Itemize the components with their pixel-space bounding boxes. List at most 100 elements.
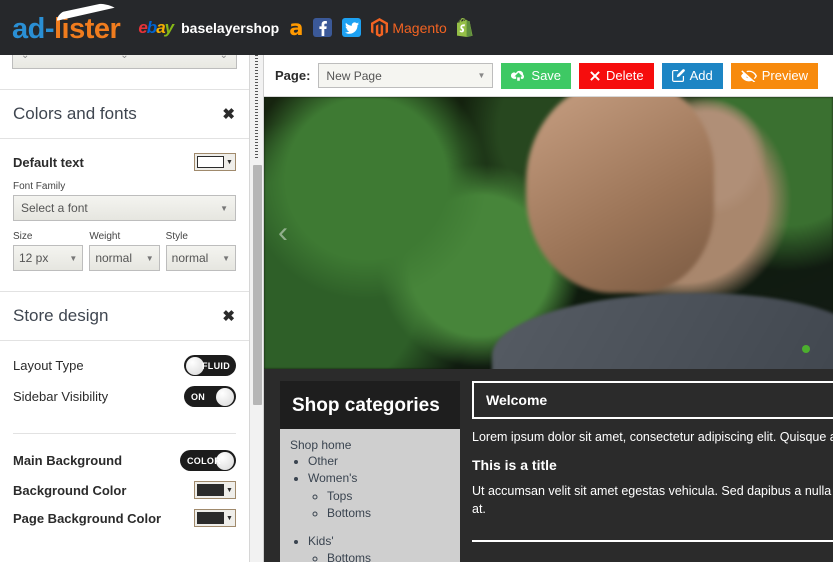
background-color-label: Background Color [13,482,127,498]
magento-icon [371,18,389,37]
shop-categories-header: Shop categories [280,381,460,429]
page-background-color-picker[interactable]: ▼ [194,509,236,527]
default-text-row: Default text ▼ [13,153,236,171]
font-style-select[interactable]: normal ▼ [165,245,236,271]
preview-button[interactable]: Preview [730,62,819,89]
layout-type-value: FLUID [202,360,230,371]
font-size-select[interactable]: 12 px ▼ [13,245,84,271]
category-list: Other Women's Tops Bottoms Kids' [290,453,450,562]
subcategory-list: Bottoms Tops [308,550,450,562]
panel-header-store-design: Store design ✖ [0,292,249,340]
section-title: This is a title [472,457,557,474]
chevron-down-icon: ▼ [226,514,233,522]
main-background-toggle[interactable]: COLOR [180,450,236,471]
chevron-down-icon: ▼ [226,486,233,494]
color-swatch-fill [197,484,224,496]
magento-label: Magento [392,19,447,36]
brand-icon-list: ebay baselayershop a Magento [138,16,473,40]
hero-banner[interactable]: ‹ [264,97,833,369]
font-family-value: Select a font [21,201,88,215]
page-label: Page: [275,68,311,83]
size-label: Size [13,231,33,242]
font-weight-select[interactable]: normal ▼ [89,245,160,271]
amazon-icon[interactable]: a [289,16,303,40]
store-designer-app: ad-lister ebay baselayershop a Magento ⌄… [0,0,833,562]
list-item[interactable]: Women's Tops Bottoms [308,470,450,522]
delete-button-label: Delete [606,68,644,83]
logo-text-ad: ad- [12,13,55,45]
scrollbar-track-texture [255,55,258,160]
shopify-icon[interactable] [456,18,473,37]
layout-type-toggle[interactable]: FLUID [184,355,236,376]
subcategory-list: Tops Bottoms [308,488,450,523]
shop-home-link[interactable]: Shop home [290,438,450,452]
facebook-icon[interactable] [313,18,333,37]
panel-title-store-design: Store design [13,306,109,325]
list-spacer [308,523,450,533]
font-style-value: normal [171,251,209,265]
page-select-value: New Page [326,68,382,83]
add-button-label: Add [689,68,713,83]
clipped-control-top[interactable]: ⌄ ⌄ ⌄ [12,55,237,69]
category-label: Other [308,454,339,468]
ebay-shop-entry[interactable]: ebay baselayershop [138,18,279,38]
close-icon[interactable]: ✖ [222,307,235,325]
content-divider [472,540,833,558]
page-toolbar: Page: New Page ▼ Save Delete Add Preview [264,55,833,97]
main-background-row: Main Background COLOR [13,450,236,471]
chevron-down-icon: ▼ [477,71,486,80]
chevron-down-icon: ▼ [226,158,233,166]
chevron-down-icon: ▼ [69,253,78,263]
panel-body-store-design: Layout Type FLUID Sidebar Visibility ON … [0,355,249,527]
color-swatch-fill [197,512,224,524]
toggle-knob [216,387,234,406]
carousel-prev-icon[interactable]: ‹ [278,216,288,250]
sidebar-visibility-label: Sidebar Visibility [13,389,109,404]
delete-button[interactable]: Delete [579,62,654,89]
ad-lister-logo[interactable]: ad-lister [12,11,121,45]
cloud-upload-icon [511,70,526,82]
settings-sidebar: ⌄ ⌄ ⌄ Colors and fonts ✖ Default text ▼ [0,55,250,562]
body-paragraph: Ut accumsan velit sit amet egestas vehic… [472,484,832,517]
font-family-select[interactable]: Select a font ▼ [13,195,236,221]
shop-categories-title: Shop categories [292,395,440,416]
magento-entry[interactable]: Magento [371,18,447,37]
intro-paragraph: Lorem ipsum dolor sit amet, consectetur … [472,430,833,444]
welcome-title: Welcome [486,392,548,408]
scrollbar-thumb[interactable] [253,165,262,405]
twitter-icon[interactable] [342,18,362,37]
eye-slash-icon [740,69,757,82]
chevron-down-icon: ▼ [222,253,230,263]
default-text-color-picker[interactable]: ▼ [194,153,236,171]
store-preview: ‹ Shop categories Shop home Other Women'… [264,97,833,562]
list-item[interactable]: Tops [327,488,450,505]
panel-divider [0,340,249,341]
close-icon[interactable]: ✖ [222,105,235,123]
list-item[interactable]: Kids' Bottoms Tops [308,533,450,562]
page-select[interactable]: New Page ▼ [318,63,494,88]
main-background-label: Main Background [13,453,123,468]
list-item[interactable]: Bottoms [327,505,450,522]
sidebar-visibility-toggle[interactable]: ON [184,386,236,407]
background-color-picker[interactable]: ▼ [194,481,236,499]
default-text-label: Default text [13,154,84,170]
add-button[interactable]: Add [661,62,723,89]
panel-body-colors-and-fonts: Default text ▼ Font Family Select a font… [0,153,249,271]
list-item[interactable]: Bottoms [327,550,450,562]
panel-divider [0,138,249,139]
carousel-indicator-dot[interactable] [802,345,810,353]
shop-categories-list: Shop home Other Women's Tops Bottoms [280,429,460,562]
font-family-label: Font Family [13,181,66,192]
save-button-label: Save [531,68,562,83]
style-label: Style [165,231,188,242]
main-background-value: COLOR [187,455,221,466]
save-button[interactable]: Save [501,62,572,89]
list-item[interactable]: Other [308,453,450,470]
welcome-box: Welcome [472,381,833,419]
vertical-scrollbar[interactable] [250,55,264,562]
store-body: Shop categories Shop home Other Women's … [264,369,833,562]
chevron-down-icon: ▼ [145,253,154,263]
panel-title-colors-and-fonts: Colors and fonts [13,104,137,123]
color-swatch-fill [197,156,224,168]
category-label: Women's [308,471,358,486]
